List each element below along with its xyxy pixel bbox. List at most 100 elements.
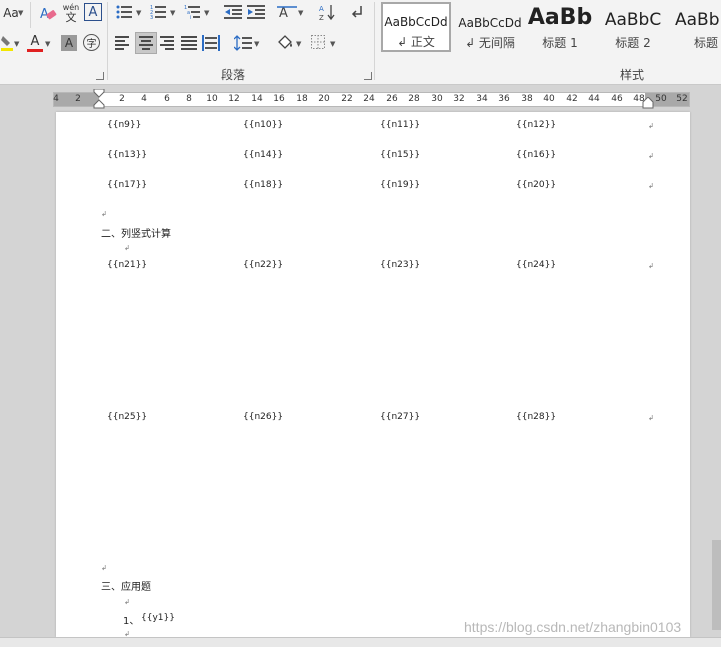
- line-spacing-button[interactable]: [233, 33, 253, 53]
- char-border-button[interactable]: A: [84, 3, 102, 21]
- bullets-caret-icon[interactable]: ▼: [136, 9, 141, 17]
- style-sample: AaBb: [675, 10, 720, 30]
- font-color-caret-icon[interactable]: ▼: [45, 40, 50, 48]
- style-heading-2[interactable]: AaBbC 标题 2: [600, 2, 666, 52]
- bullets-button[interactable]: [114, 3, 134, 21]
- shading-button[interactable]: [275, 32, 295, 54]
- borders-caret-icon[interactable]: ▼: [330, 40, 335, 48]
- multilevel-caret-icon[interactable]: ▼: [204, 9, 209, 17]
- placeholder-n21[interactable]: {{n21}}: [107, 260, 147, 270]
- placeholder-n16[interactable]: {{n16}}: [516, 150, 556, 160]
- paragraph-mark: ↲: [101, 210, 107, 218]
- divider: [374, 2, 375, 80]
- ruler-tick: 6: [164, 94, 170, 104]
- clear-format-button[interactable]: A: [37, 3, 59, 23]
- ruler-tick: 50: [655, 94, 667, 104]
- line-spacing-caret-icon[interactable]: ▼: [254, 40, 259, 48]
- char-border-label: A: [88, 4, 98, 20]
- font-color-button[interactable]: A: [26, 32, 44, 54]
- placeholder-n22[interactable]: {{n22}}: [243, 260, 283, 270]
- font-dialog-launcher-icon[interactable]: [96, 72, 104, 80]
- placeholder-n9[interactable]: {{n9}}: [107, 120, 141, 130]
- document-page[interactable]: {{n9}} {{n10}} {{n11}} {{n12}} ↲ {{n13}}…: [56, 112, 690, 637]
- char-shading-button[interactable]: A: [61, 35, 77, 51]
- align-left-button[interactable]: [114, 34, 132, 52]
- line-spacing-icon: [234, 35, 252, 51]
- ruler-tick: 2: [75, 94, 81, 104]
- placeholder-n23[interactable]: {{n23}}: [380, 260, 420, 270]
- sort-button[interactable]: A Z: [317, 2, 337, 22]
- placeholder-n18[interactable]: {{n18}}: [243, 180, 283, 190]
- paragraph-mark: ↲: [648, 152, 654, 160]
- justify-button[interactable]: [180, 34, 198, 52]
- placeholder-n24[interactable]: {{n24}}: [516, 260, 556, 270]
- styles-group-label: 样式: [620, 68, 645, 82]
- phonetic-bottom: 文: [65, 11, 77, 24]
- multilevel-list-button[interactable]: 1 a i: [182, 3, 202, 21]
- borders-button[interactable]: [309, 33, 327, 51]
- change-case-label: Aa: [3, 6, 19, 20]
- ruler-tick: 14: [251, 94, 263, 104]
- placeholder-n19[interactable]: {{n19}}: [380, 180, 420, 190]
- bullet-list-icon: [116, 5, 132, 19]
- first-line-indent-icon[interactable]: [93, 89, 105, 109]
- numbering-caret-icon[interactable]: ▼: [170, 9, 175, 17]
- placeholder-n10[interactable]: {{n10}}: [243, 120, 283, 130]
- placeholder-n15[interactable]: {{n15}}: [380, 150, 420, 160]
- shading-caret-icon[interactable]: ▼: [296, 40, 301, 48]
- ruler-tick: 8: [186, 94, 192, 104]
- enclose-char-button[interactable]: 字: [83, 34, 100, 51]
- chinese-layout-button[interactable]: A: [276, 3, 298, 21]
- ruler-tick: 16: [273, 94, 285, 104]
- right-indent-icon[interactable]: [642, 97, 654, 109]
- numbered-list-icon: 1 2 3: [150, 5, 166, 19]
- font-color-swatch: [27, 48, 43, 52]
- chinese-layout-icon: A: [277, 6, 297, 20]
- placeholder-y1[interactable]: {{y1}}: [141, 613, 175, 623]
- placeholder-n14[interactable]: {{n14}}: [243, 150, 283, 160]
- ruler-tick: 18: [296, 94, 308, 104]
- ruler-tick: 44: [588, 94, 600, 104]
- enclose-char-label: 字: [86, 39, 97, 50]
- style-normal[interactable]: AaBbCcDd ↲ 正文: [381, 2, 451, 52]
- svg-text:A: A: [319, 5, 324, 13]
- placeholder-n28[interactable]: {{n28}}: [516, 412, 556, 422]
- divider: [30, 2, 31, 28]
- placeholder-n12[interactable]: {{n12}}: [516, 120, 556, 130]
- chinese-layout-caret-icon[interactable]: ▼: [298, 9, 303, 17]
- highlight-button[interactable]: [0, 33, 14, 53]
- show-marks-button[interactable]: [347, 3, 367, 21]
- placeholder-n27[interactable]: {{n27}}: [380, 412, 420, 422]
- horizontal-ruler[interactable]: 4 2 2 4 6 8 10 12 14 16 18 20 22 24 26 2…: [0, 89, 721, 109]
- placeholder-n13[interactable]: {{n13}}: [107, 150, 147, 160]
- placeholder-n17[interactable]: {{n17}}: [107, 180, 147, 190]
- change-case-caret-icon[interactable]: ▼: [18, 9, 23, 17]
- paragraph-mark-icon: [351, 6, 362, 18]
- style-no-spacing[interactable]: AaBbCcDd ↲ 无间隔: [455, 2, 525, 52]
- decrease-indent-button[interactable]: [223, 3, 243, 21]
- style-title[interactable]: AaBb 标题: [672, 2, 721, 52]
- placeholder-n26[interactable]: {{n26}}: [243, 412, 283, 422]
- numbering-button[interactable]: 1 2 3: [148, 3, 168, 21]
- placeholder-n20[interactable]: {{n20}}: [516, 180, 556, 190]
- highlighter-icon: [1, 36, 13, 51]
- ruler-band: 4 2 2 4 6 8 10 12 14 16 18 20 22 24 26 2…: [53, 92, 690, 107]
- paragraph-mark: ↲: [648, 182, 654, 190]
- paragraph-mark: ↲: [124, 598, 130, 606]
- style-heading-1[interactable]: AaBb 标题 1: [528, 2, 592, 52]
- section-2-heading: 二、列竖式计算: [101, 229, 171, 240]
- style-name: 标题: [694, 36, 719, 50]
- increase-indent-button[interactable]: [246, 3, 266, 21]
- svg-text:A: A: [279, 6, 288, 20]
- align-center-button[interactable]: [135, 32, 157, 54]
- paragraph-dialog-launcher-icon[interactable]: [364, 72, 372, 80]
- placeholder-n25[interactable]: {{n25}}: [107, 412, 147, 422]
- phonetic-guide-button[interactable]: wén 文: [60, 2, 82, 24]
- placeholder-n11[interactable]: {{n11}}: [380, 120, 420, 130]
- multilevel-list-icon: 1 a i: [184, 5, 200, 19]
- distribute-button[interactable]: [201, 33, 221, 53]
- align-right-button[interactable]: [159, 34, 177, 52]
- highlight-caret-icon[interactable]: ▼: [14, 40, 19, 48]
- scrollbar-thumb[interactable]: [712, 540, 721, 630]
- item-1-prefix: 1、: [123, 616, 140, 627]
